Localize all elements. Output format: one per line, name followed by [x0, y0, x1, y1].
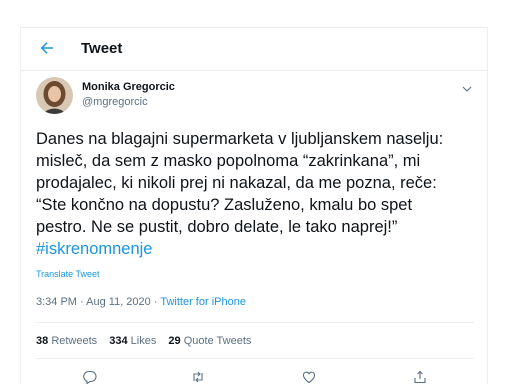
engagement-stats: 38 Retweets 334 Likes 29 Quote Tweets [36, 335, 260, 347]
tweet-text: Danes na blagajni supermarketa v ljublja… [36, 128, 481, 260]
share-icon[interactable] [413, 370, 427, 384]
tweet-line: prodajalec, ki nikoli prej ni nakazal, d… [36, 174, 437, 192]
avatar-image [36, 77, 73, 114]
quotes-count: 29 [168, 335, 181, 347]
tweet-date[interactable]: Aug 11, 2020 [86, 296, 151, 308]
translate-tweet-link[interactable]: Translate Tweet [36, 269, 100, 279]
likes-count: 334 [109, 335, 128, 347]
author-name[interactable]: Monika Gregorcic [82, 81, 175, 93]
quotes-label: Quote Tweets [183, 335, 252, 347]
tweet-line: “Ste končno na dopustu? Zasluženo, kmalu… [36, 196, 413, 214]
retweets-count: 38 [36, 335, 49, 347]
chevron-down-icon[interactable] [462, 84, 472, 94]
tweet-meta: 3:34 PM · Aug 11, 2020 · Twitter for iPh… [36, 296, 246, 308]
likes-label: Likes [130, 335, 157, 347]
hashtag-link[interactable]: #iskrenomnenje [36, 238, 481, 260]
page-title: Tweet [81, 40, 123, 57]
tweet-actions [21, 368, 487, 384]
tweet-line: pestro. Ne se pustit, dobro delate, le t… [36, 218, 398, 236]
author-handle[interactable]: @mgregorcic [82, 96, 148, 108]
quote-tweets-stat[interactable]: 29 Quote Tweets [168, 335, 251, 347]
divider [36, 322, 474, 323]
like-icon[interactable] [302, 370, 316, 384]
reply-icon[interactable] [83, 370, 97, 384]
arrow-left-icon[interactable] [38, 39, 56, 57]
tweet-time[interactable]: 3:34 PM [36, 296, 77, 308]
retweets-stat[interactable]: 38 Retweets [36, 335, 97, 347]
tweet-line: misleč, da sem z masko popolnoma “zakrin… [36, 152, 421, 170]
avatar[interactable] [36, 77, 73, 114]
meta-separator: · [76, 296, 87, 308]
likes-stat[interactable]: 334 Likes [109, 335, 156, 347]
meta-separator: · [150, 296, 161, 308]
divider [36, 358, 474, 359]
retweets-label: Retweets [51, 335, 98, 347]
tweet-source-link[interactable]: Twitter for iPhone [160, 296, 246, 308]
retweet-icon[interactable] [191, 370, 205, 384]
page-header: Tweet [21, 28, 487, 71]
tweet-column: Tweet Monika Gregorcic @mgregorcic Danes… [20, 27, 488, 384]
tweet-line: Danes na blagajni supermarketa v ljublja… [36, 130, 444, 148]
